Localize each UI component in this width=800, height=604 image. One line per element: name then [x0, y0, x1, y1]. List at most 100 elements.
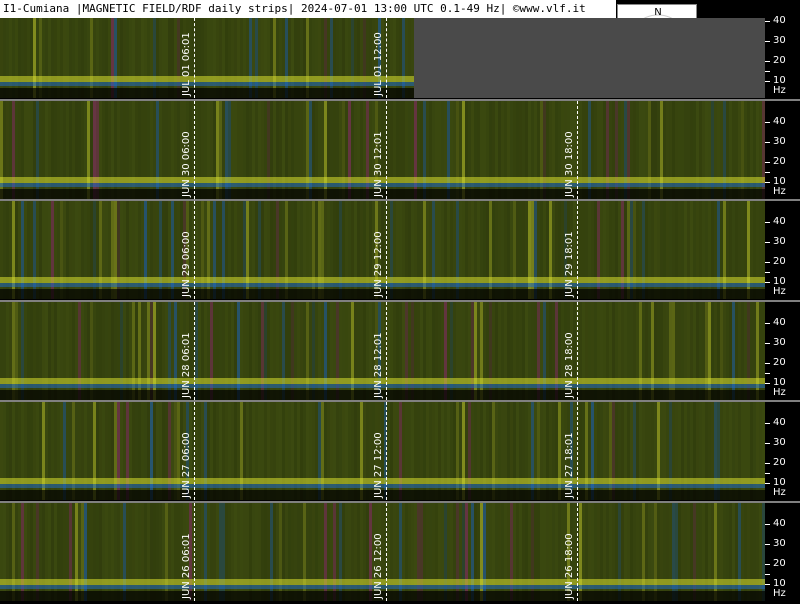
- time-label: JUN 28 06:01: [181, 332, 192, 398]
- axis-tick-label: 30: [773, 337, 786, 348]
- axis-tick: [765, 373, 770, 374]
- hour-gridline: [386, 503, 387, 601]
- strip-jun-27: JUN 27 06:00 JUN 27 12:00 JUN 27 18:01: [0, 402, 765, 500]
- strip-jun-29: JUN 29 06:00 JUN 29 12:00 JUN 29 18:01: [0, 201, 765, 299]
- time-label: JUN 28 18:00: [564, 332, 575, 398]
- hour-gridline: [194, 101, 195, 199]
- compass-north-label: N: [654, 7, 661, 18]
- hour-gridline: [194, 302, 195, 400]
- axis-tick: [765, 323, 770, 324]
- axis-tick: [765, 242, 770, 243]
- axis-tick-label: 10 Hz: [773, 477, 786, 498]
- frequency-axis: 40 30 20 10 Hz: [765, 201, 800, 299]
- axis-tick-label: 10 Hz: [773, 377, 786, 398]
- axis-tick: [765, 21, 770, 22]
- axis-tick: [765, 423, 770, 424]
- frequency-axis: 40 30 20 10 Hz: [765, 0, 800, 98]
- axis-tick: [765, 473, 770, 474]
- frequency-axis: 40 30 20 10 Hz: [765, 101, 800, 199]
- axis-tick-label: 40: [773, 518, 786, 529]
- axis-tick-label: 40: [773, 216, 786, 227]
- time-label: JUN 27 18:01: [564, 432, 575, 498]
- no-data-region: [414, 18, 765, 98]
- time-label: JUN 29 06:00: [181, 231, 192, 297]
- hour-gridline: [386, 302, 387, 400]
- axis-tick: [765, 41, 770, 42]
- axis-tick-label: 20: [773, 55, 786, 66]
- axis-tick: [765, 71, 770, 72]
- axis-tick-label: 10 Hz: [773, 176, 786, 197]
- axis-tick: [765, 363, 770, 364]
- time-label: JUN 26 12:00: [373, 533, 384, 599]
- axis-tick-label: 10 Hz: [773, 276, 786, 297]
- strip-separator: [0, 400, 800, 402]
- time-label: JUN 26 18:00: [564, 533, 575, 599]
- time-label: JUN 30 06:00: [181, 131, 192, 197]
- axis-tick-label: 30: [773, 437, 786, 448]
- time-label: JUN 30 18:00: [564, 131, 575, 197]
- axis-tick: [765, 383, 770, 384]
- baseline-band: [0, 88, 414, 98]
- strip-jul-01: JUL 01 06:01 JUL 01 12:00: [0, 18, 765, 98]
- axis-tick-label: 10 Hz: [773, 75, 786, 96]
- axis-tick: [765, 443, 770, 444]
- axis-tick-label: 20: [773, 457, 786, 468]
- axis-tick: [765, 222, 770, 223]
- axis-tick-label: 40: [773, 116, 786, 127]
- axis-tick: [765, 544, 770, 545]
- axis-tick: [765, 483, 770, 484]
- axis-tick: [765, 272, 770, 273]
- time-label: JUN 28 12:01: [373, 332, 384, 398]
- strip-separator: [0, 501, 800, 503]
- axis-tick: [765, 182, 770, 183]
- hour-gridline: [577, 201, 578, 299]
- strip-jun-30: JUN 30 06:00 JUN 30 12:01 JUN 30 18:00: [0, 101, 765, 199]
- axis-tick: [765, 564, 770, 565]
- axis-tick: [765, 343, 770, 344]
- axis-tick-label: 40: [773, 317, 786, 328]
- time-label: JUL 01 12:00: [373, 32, 384, 96]
- axis-tick-label: 20: [773, 256, 786, 267]
- time-label: JUN 30 12:01: [373, 131, 384, 197]
- axis-tick: [765, 172, 770, 173]
- hour-gridline: [577, 101, 578, 199]
- hour-gridline: [386, 18, 387, 98]
- hour-gridline: [194, 503, 195, 601]
- hour-gridline: [194, 402, 195, 500]
- axis-tick-label: 30: [773, 236, 786, 247]
- axis-tick: [765, 142, 770, 143]
- strip-jun-26: JUN 26 06:01 JUN 26 12:00 JUN 26 18:00: [0, 503, 765, 601]
- axis-tick: [765, 524, 770, 525]
- time-label: JUN 27 12:00: [373, 432, 384, 498]
- axis-tick: [765, 122, 770, 123]
- axis-tick: [765, 282, 770, 283]
- strip-separator: [0, 99, 800, 101]
- frequency-axis: 40 30 20 10 Hz: [765, 402, 800, 500]
- low-frequency-band: [0, 76, 414, 82]
- hour-gridline: [386, 101, 387, 199]
- frequency-axis: 40 30 20 10 Hz: [765, 302, 800, 400]
- strip-separator: [0, 300, 800, 302]
- axis-tick-label: 30: [773, 35, 786, 46]
- hour-gridline: [386, 201, 387, 299]
- axis-tick: [765, 262, 770, 263]
- hour-gridline: [577, 302, 578, 400]
- axis-tick: [765, 584, 770, 585]
- time-label: JUN 27 06:00: [181, 432, 192, 498]
- axis-tick-label: 40: [773, 417, 786, 428]
- axis-tick: [765, 81, 770, 82]
- hour-gridline: [577, 402, 578, 500]
- time-label: JUL 01 06:01: [181, 32, 192, 96]
- chart-title: I1-Cumiana |MAGNETIC FIELD/RDF daily str…: [0, 0, 616, 18]
- hour-gridline: [577, 503, 578, 601]
- strip-jun-28: JUN 28 06:01 JUN 28 12:01 JUN 28 18:00: [0, 302, 765, 400]
- low-frequency-band-blue: [0, 82, 414, 86]
- axis-tick: [765, 162, 770, 163]
- axis-tick: [765, 61, 770, 62]
- axis-tick-label: 10 Hz: [773, 578, 786, 599]
- time-label: JUN 26 06:01: [181, 533, 192, 599]
- hour-gridline: [194, 18, 195, 98]
- time-label: JUN 29 12:00: [373, 231, 384, 297]
- hour-gridline: [386, 402, 387, 500]
- axis-tick-label: 30: [773, 538, 786, 549]
